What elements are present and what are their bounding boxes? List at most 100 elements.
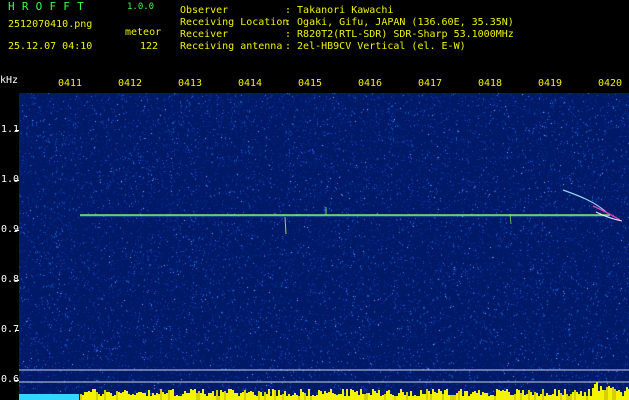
signal-strength-bar	[594, 384, 596, 400]
signal-strength-bar	[456, 393, 458, 400]
signal-strength-bar	[258, 391, 260, 400]
signal-strength-bar	[524, 395, 526, 400]
signal-strength-bar	[426, 389, 428, 400]
signal-strength-bar	[346, 389, 348, 400]
x-tick-label: 0420	[598, 78, 623, 89]
signal-strength-bar	[148, 390, 150, 400]
signal-strength-bar	[402, 392, 404, 400]
signal-strength-bar	[172, 389, 174, 400]
y-tick-mark	[15, 280, 19, 281]
signal-strength-bar	[194, 389, 196, 400]
signal-strength-bar	[118, 392, 120, 400]
signal-strength-bar	[612, 387, 614, 400]
signal-strength-bar	[88, 391, 90, 400]
signal-strength-bar	[376, 393, 378, 400]
signal-strength-bar	[350, 389, 352, 400]
signal-strength-bar	[230, 389, 232, 400]
signal-strength-bar	[606, 387, 608, 400]
signal-strength-bar	[592, 388, 594, 400]
signal-strength-bar	[304, 393, 306, 400]
guide-lines	[19, 369, 629, 383]
signal-strength-bar	[140, 392, 142, 400]
signal-strength-bar	[512, 395, 514, 400]
signal-strength-bar	[478, 390, 480, 400]
signal-strength-bar	[542, 389, 544, 400]
signal-strength-bar	[96, 392, 98, 400]
signal-strength-bar	[92, 389, 94, 400]
signal-strength-bar	[306, 396, 308, 400]
signal-strength-bar	[210, 393, 212, 400]
signal-strength-bar	[338, 394, 340, 400]
signal-strength-bar	[348, 396, 350, 400]
signal-strength-bar	[250, 391, 252, 400]
signal-strength-bars	[19, 382, 629, 400]
signal-strength-bar	[418, 396, 420, 400]
signal-strength-bar	[384, 394, 386, 400]
signal-strength-bar	[626, 387, 628, 400]
signal-strength-bar	[432, 389, 434, 400]
signal-strength-bar	[116, 391, 118, 400]
signal-strength-bar	[582, 396, 584, 400]
signal-strength-bar	[278, 390, 280, 400]
signal-strength-bar	[404, 395, 406, 400]
signal-strength-bar	[444, 390, 446, 400]
x-tick-label: 0413	[178, 78, 203, 89]
signal-strength-bar	[468, 396, 470, 400]
signal-strength-bar	[274, 390, 276, 400]
signal-strength-bar	[600, 386, 602, 400]
signal-strength-bar	[526, 394, 528, 400]
signal-strength-bar	[624, 391, 626, 400]
signal-strength-bar	[86, 392, 88, 400]
signal-strength-bar	[212, 391, 214, 400]
signal-strength-bar	[578, 394, 580, 400]
signal-strength-bar	[206, 396, 208, 400]
signal-strength-bar	[558, 390, 560, 400]
signal-strength-bar	[560, 393, 562, 400]
signal-strength-bar	[416, 396, 418, 400]
signal-strength-bar	[324, 391, 326, 400]
signal-strength-bar	[134, 395, 136, 400]
signal-strength-bar	[130, 395, 132, 400]
signal-strength-bar	[534, 392, 536, 400]
signal-strength-bar	[232, 390, 234, 400]
signal-strength-bar	[438, 389, 440, 400]
signal-strength-bar	[302, 392, 304, 400]
signal-strength-bar	[124, 390, 126, 400]
signal-strength-bar	[180, 396, 182, 400]
signal-strength-bar	[298, 396, 300, 400]
signal-strength-bar	[374, 391, 376, 400]
hrofft-window: HROFFT 1.0.0 2512070410.png meteor 25.12…	[0, 0, 629, 400]
signal-strength-bar	[458, 391, 460, 400]
signal-strength-bar	[332, 393, 334, 400]
signal-strength-bar	[462, 396, 464, 400]
signal-strength-bar	[344, 396, 346, 400]
signal-strength-bar	[158, 394, 160, 400]
x-tick-label: 0416	[358, 78, 383, 89]
signal-strength-bar	[226, 393, 228, 400]
signal-strength-bar	[532, 395, 534, 400]
signal-strength-bar	[574, 390, 576, 400]
signal-strength-bar	[220, 390, 222, 400]
signal-strength-bar	[590, 396, 592, 400]
signal-strength-bar	[80, 394, 82, 400]
signal-traces	[80, 189, 623, 235]
signal-strength-bar	[342, 389, 344, 400]
signal-strength-bar	[434, 392, 436, 400]
signal-strength-bar	[100, 396, 102, 400]
signal-strength-bar	[518, 390, 520, 400]
signal-strength-bar	[484, 393, 486, 400]
signal-strength-bar	[280, 395, 282, 400]
signal-strength-bar	[450, 395, 452, 400]
signal-strength-bar	[388, 390, 390, 400]
signal-strength-bar	[460, 389, 462, 400]
signal-strength-bar	[464, 391, 466, 400]
signal-strength-bar	[360, 389, 362, 400]
signal-strength-bar	[362, 394, 364, 400]
signal-strength-bar	[430, 394, 432, 400]
signal-strength-bar	[552, 394, 554, 400]
signal-strength-bar	[618, 390, 620, 400]
signal-strength-bar	[382, 395, 384, 400]
signal-strength-bar	[330, 389, 332, 400]
y-tick-mark	[15, 130, 19, 131]
spectrogram-overlay	[19, 189, 629, 400]
